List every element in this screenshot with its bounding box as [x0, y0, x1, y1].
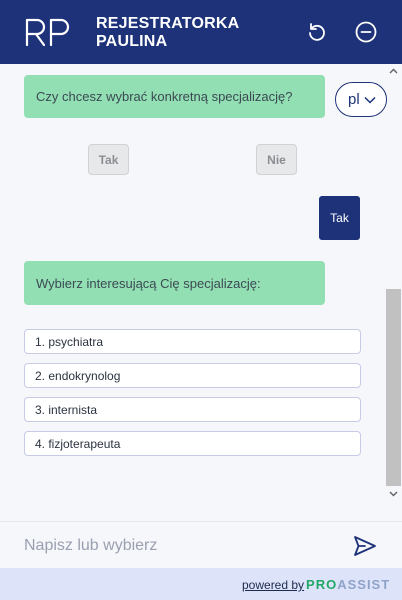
scroll-down-button[interactable] — [385, 487, 402, 501]
option-label: 3. internista — [35, 402, 98, 417]
bot-message: Wybierz interesującą Cię specjalizację: — [24, 261, 325, 305]
title-line-2: PAULINA — [96, 33, 168, 50]
chat-transcript: Czy chcesz wybrać konkretną specjalizacj… — [0, 64, 402, 521]
user-message-text: Tak — [330, 211, 349, 225]
send-button[interactable] — [352, 534, 378, 558]
brand-part-2: ASSIST — [337, 577, 391, 592]
option-label: 2. endokrynolog — [35, 368, 121, 383]
powered-by-text: powered by — [242, 578, 305, 592]
user-message: Tak — [319, 196, 360, 240]
refresh-button[interactable] — [305, 20, 329, 44]
language-selector[interactable]: pl — [335, 82, 387, 117]
choice-yes-label: Tak — [98, 152, 119, 167]
choice-yes-button[interactable]: Tak — [88, 144, 129, 175]
bot-message: Czy chcesz wybrać konkretną specjalizacj… — [24, 75, 325, 118]
send-icon — [354, 536, 376, 556]
option-endokrynolog[interactable]: 2. endokrynolog — [24, 363, 361, 388]
minimize-button[interactable] — [354, 20, 378, 44]
footer: powered by PROASSIST — [0, 568, 402, 600]
chat-header: REJESTRATORKA PAULINA — [0, 0, 402, 64]
bot-message-text: Czy chcesz wybrać konkretną specjalizacj… — [36, 89, 293, 104]
language-value: pl — [348, 91, 360, 108]
scroll-up-button[interactable] — [385, 64, 402, 78]
option-label: 1. psychiatra — [35, 334, 104, 349]
option-fizjoterapeuta[interactable]: 4. fizjoterapeuta — [24, 431, 361, 456]
minus-circle-icon — [355, 21, 377, 43]
brand-part-1: PRO — [306, 577, 338, 592]
title-line-1: REJESTRATORKA — [96, 15, 240, 32]
scrollbar-thumb[interactable] — [386, 289, 401, 486]
message-composer — [0, 521, 402, 568]
option-psychiatra[interactable]: 1. psychiatra — [24, 329, 361, 354]
powered-by-link[interactable]: powered by PROASSIST — [242, 577, 390, 592]
chevron-down-icon — [364, 96, 376, 104]
bot-message-text: Wybierz interesującą Cię specjalizację: — [36, 275, 261, 291]
assistant-title: REJESTRATORKA PAULINA — [96, 15, 296, 51]
proassist-logo: PROASSIST — [306, 577, 390, 592]
option-internista[interactable]: 3. internista — [24, 397, 361, 422]
message-input[interactable] — [24, 534, 324, 558]
chevron-down-icon — [389, 491, 398, 497]
option-label: 4. fizjoterapeuta — [35, 436, 121, 451]
choice-no-button[interactable]: Nie — [256, 144, 297, 175]
rp-logo — [25, 18, 70, 47]
choice-no-label: Nie — [267, 152, 286, 167]
chevron-up-icon — [389, 68, 398, 74]
refresh-icon — [309, 23, 325, 41]
